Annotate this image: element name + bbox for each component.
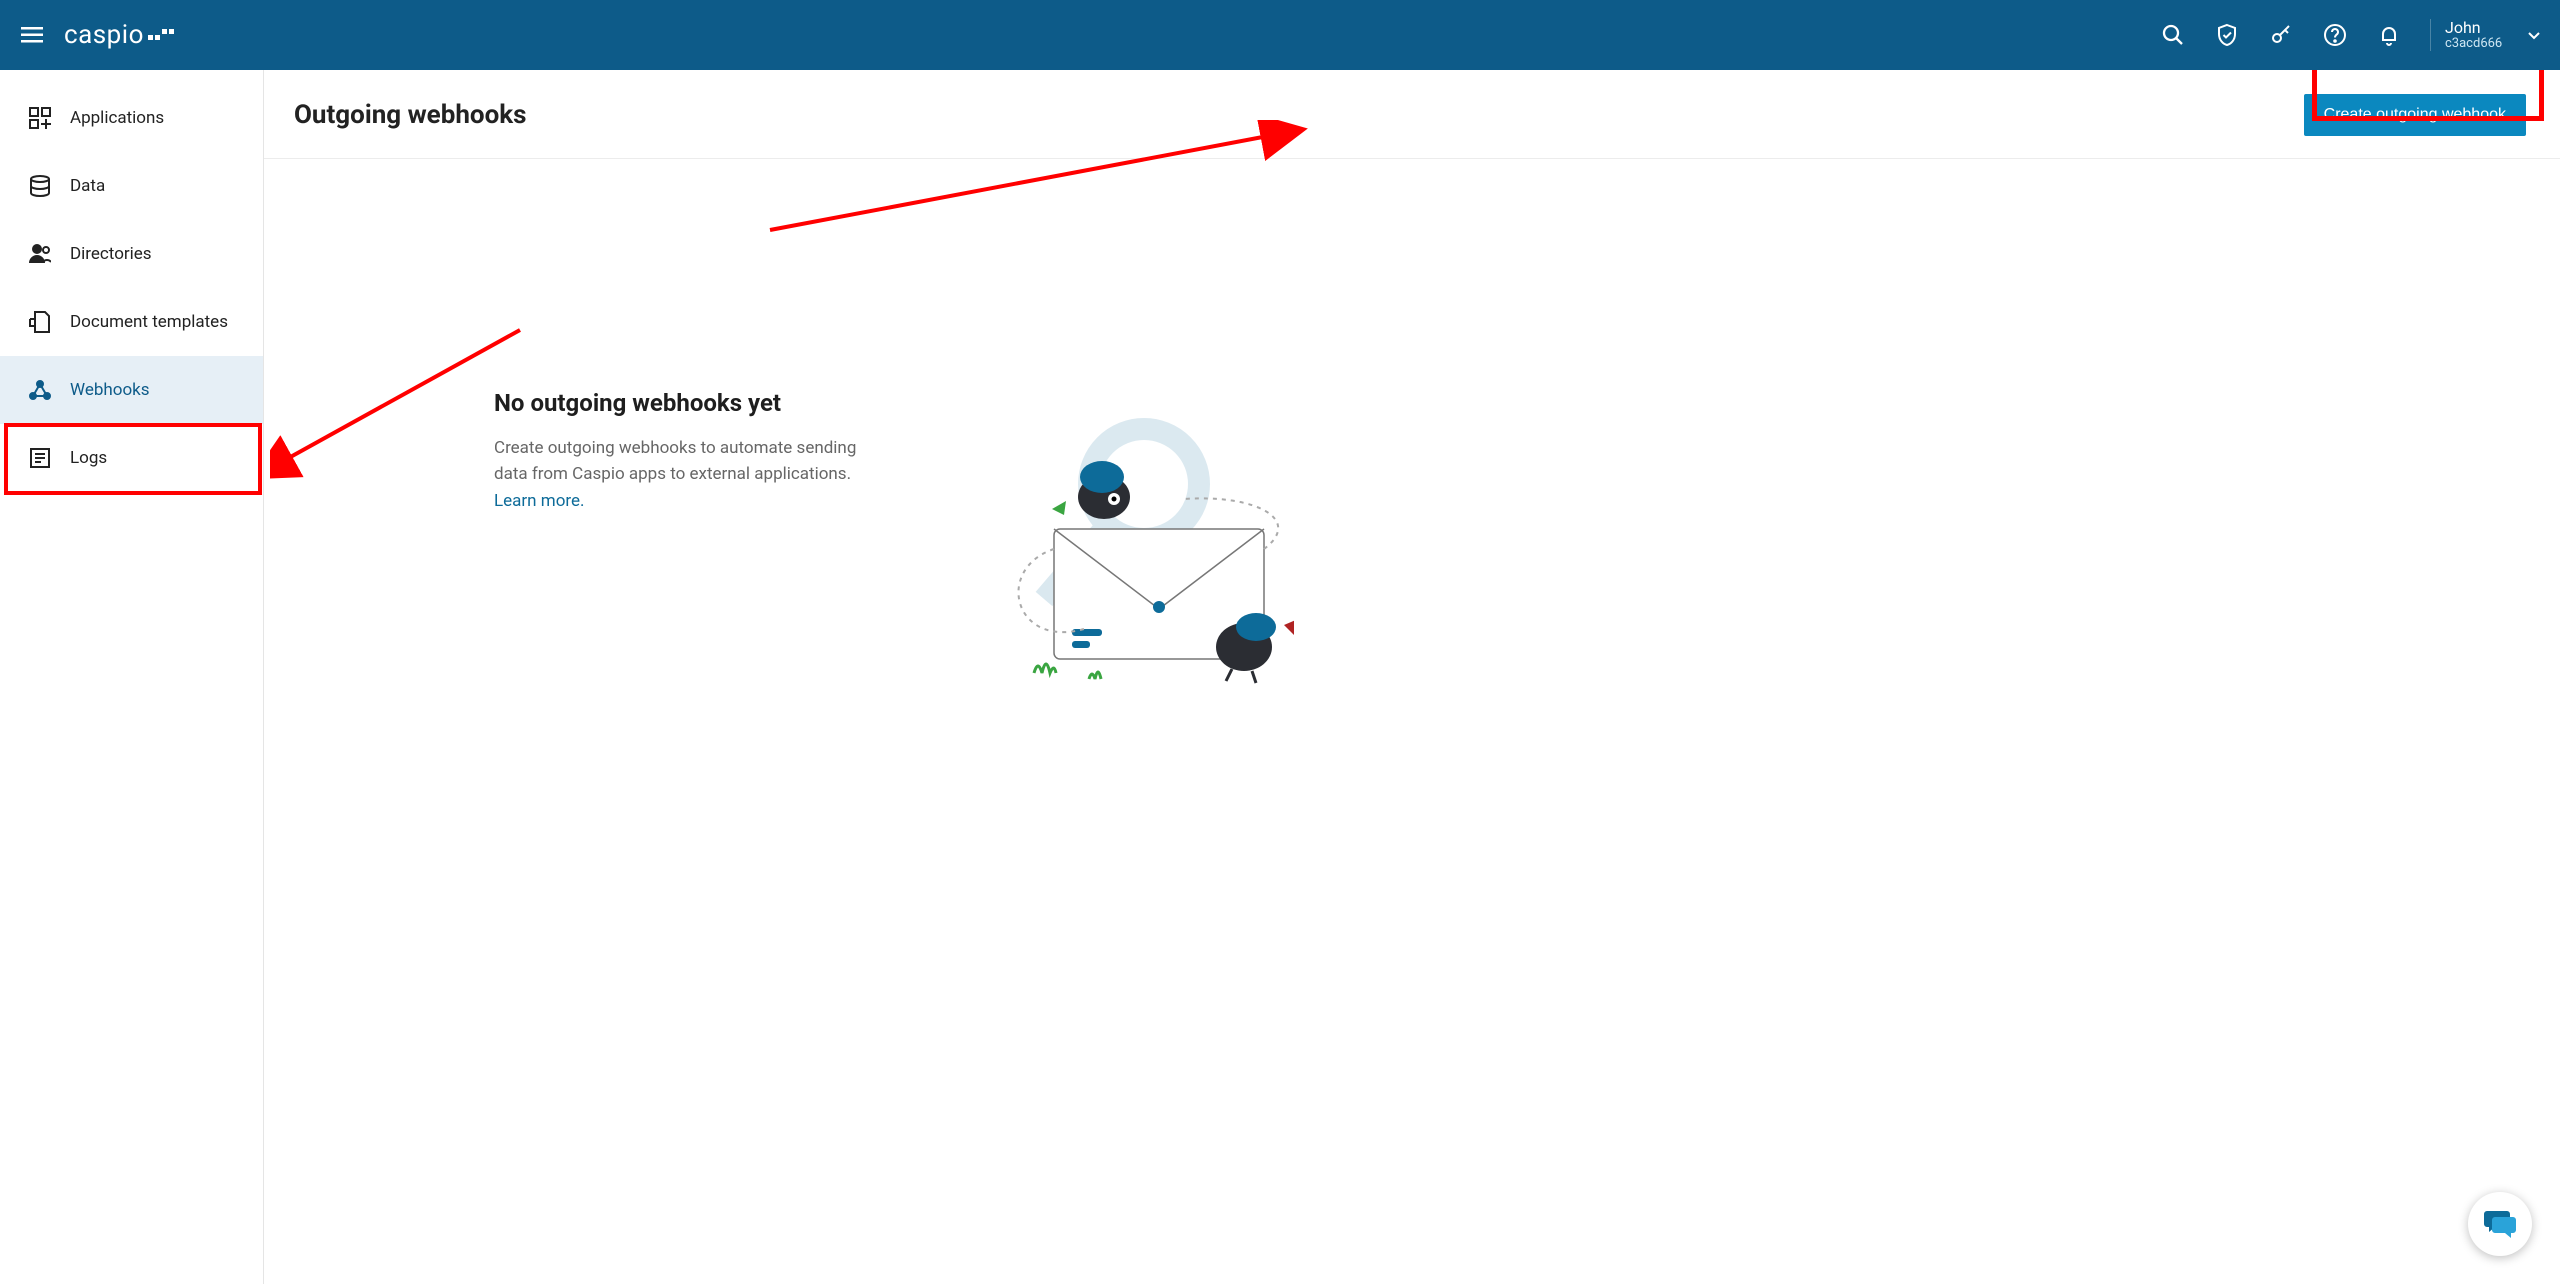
users-icon [28, 242, 52, 266]
shield-button[interactable] [2206, 14, 2248, 56]
sidebar-item-webhooks[interactable]: Webhooks [0, 356, 263, 424]
document-icon [28, 310, 52, 334]
sidebar-item-directories[interactable]: Directories [0, 220, 263, 288]
search-button[interactable] [2152, 14, 2194, 56]
menu-toggle-button[interactable] [18, 21, 46, 49]
main-content: Outgoing webhooks Create outgoing webhoo… [264, 70, 2560, 1284]
caspio-logo[interactable]: caspio [64, 21, 174, 49]
sidebar-item-label: Logs [70, 448, 107, 468]
sidebar-item-label: Document templates [70, 312, 228, 332]
learn-more-link[interactable]: Learn more. [494, 491, 585, 511]
search-icon [2161, 23, 2185, 47]
sidebar-item-label: Data [70, 176, 105, 196]
sidebar-item-label: Directories [70, 244, 152, 264]
user-account-id: c3acd666 [2445, 37, 2512, 51]
app-header: caspio John c3acd666 [0, 0, 2560, 70]
chevron-down-icon [2526, 27, 2542, 43]
hamburger-icon [21, 27, 43, 43]
shield-check-icon [2215, 23, 2239, 47]
empty-state-title: No outgoing webhooks yet [494, 389, 894, 417]
chat-icon [2483, 1209, 2517, 1239]
sidebar-item-applications[interactable]: Applications [0, 84, 263, 152]
sidebar-item-data[interactable]: Data [0, 152, 263, 220]
sidebar-item-logs[interactable]: Logs [0, 424, 263, 492]
help-button[interactable] [2314, 14, 2356, 56]
empty-state: No outgoing webhooks yet Create outgoing… [494, 389, 894, 514]
user-menu[interactable]: John c3acd666 [2422, 19, 2542, 51]
key-icon [2269, 23, 2293, 47]
chat-support-button[interactable] [2468, 1192, 2532, 1256]
database-icon [28, 174, 52, 198]
bell-icon [2377, 23, 2401, 47]
user-name: John [2445, 19, 2512, 37]
empty-state-illustration [974, 389, 1294, 689]
notifications-button[interactable] [2368, 14, 2410, 56]
sidebar: Applications Data Directories [0, 70, 264, 1284]
apps-icon [28, 106, 52, 130]
create-outgoing-webhook-button[interactable]: Create outgoing webhook [2304, 94, 2526, 136]
sidebar-item-label: Webhooks [70, 380, 150, 400]
sidebar-item-document-templates[interactable]: Document templates [0, 288, 263, 356]
empty-state-description: Create outgoing webhooks to automate sen… [494, 435, 894, 514]
page-title: Outgoing webhooks [294, 100, 527, 130]
help-icon [2323, 23, 2347, 47]
main-header: Outgoing webhooks Create outgoing webhoo… [264, 70, 2560, 159]
webhook-icon [28, 378, 52, 402]
key-button[interactable] [2260, 14, 2302, 56]
sidebar-item-label: Applications [70, 108, 164, 128]
logs-icon [28, 446, 52, 470]
